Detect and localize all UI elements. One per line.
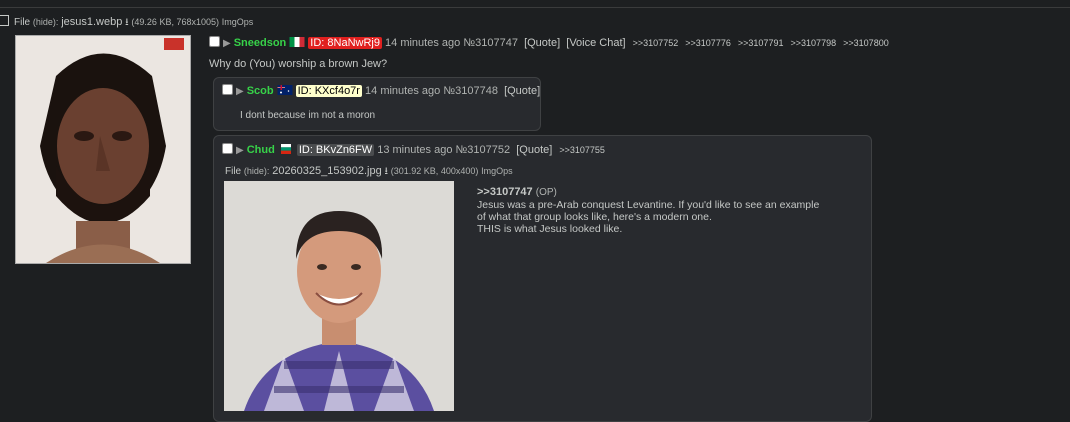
reply-file-info: (301.92 KB, 400x400) — [390, 166, 479, 176]
post-number-link[interactable]: №3107752 — [456, 144, 511, 156]
bulgaria-flag-icon — [280, 144, 291, 154]
backlink[interactable]: >>3107798 — [791, 38, 837, 48]
reply-post: ▶ Chud ID: BKvZn6FW 13 minutes ago №310775… — [213, 135, 872, 422]
backlink[interactable]: >>3107791 — [738, 38, 784, 48]
backlink[interactable]: >>3107752 — [633, 38, 679, 48]
poster-name: Chud — [246, 144, 275, 156]
comment-line: of what that group looks like, here's a … — [477, 211, 712, 223]
voice-chat-button[interactable]: [Voice Chat] — [566, 37, 625, 49]
download-icon[interactable]: ⭳ — [385, 166, 389, 177]
post-time: 14 minutes ago — [365, 85, 441, 97]
reply-file-header: File (hide): 20260325_153902.jpg ⭳ (301.… — [225, 165, 513, 177]
reply-comment: I dont because im not a moron — [240, 110, 376, 121]
australia-flag-icon — [277, 85, 293, 95]
quote-button[interactable]: [Quote] — [516, 144, 552, 156]
op-file-info: (49.26 KB, 768x1005) — [131, 17, 219, 27]
italy-flag-icon — [289, 37, 305, 47]
smiling-man-photo — [224, 181, 454, 411]
post-menu-triangle-icon[interactable]: ▶ — [223, 38, 231, 49]
file-label: File — [225, 166, 242, 177]
op-comment: Why do (You) worship a brown Jew? — [209, 58, 388, 70]
hide-link[interactable]: hide — [247, 166, 264, 176]
quote-button[interactable]: [Quote] — [524, 37, 560, 49]
post-time: 14 minutes ago — [385, 37, 461, 49]
op-marker: (OP) — [535, 187, 557, 198]
reply-post: ▶ Scob ID: KXcf4o7r 14 minutes ago №310774… — [213, 77, 541, 131]
post-number-link[interactable]: №3107748 — [443, 85, 498, 97]
poster-name: Scob — [246, 85, 274, 97]
post-time: 13 minutes ago — [377, 144, 453, 156]
op-filename-link[interactable]: jesus1.webp — [61, 16, 122, 28]
poster-id[interactable]: ID: 8NaNwRj9 — [308, 37, 382, 49]
poster-id[interactable]: ID: KXcf4o7r — [295, 85, 362, 97]
reply-image[interactable] — [224, 181, 454, 411]
op-post-header: ▶ Sneedson ID: 8NaNwRj9 14 minutes ago №31… — [209, 36, 889, 49]
face-portrait-image — [16, 36, 190, 263]
collapse-icon[interactable] — [0, 15, 9, 26]
top-divider — [0, 7, 1070, 8]
backlink[interactable]: >>3107800 — [843, 38, 889, 48]
post-checkbox[interactable] — [209, 36, 220, 47]
comment-line: Jesus was a pre-Arab conquest Levantine.… — [477, 199, 820, 211]
download-icon[interactable]: ⭳ — [125, 17, 129, 28]
quote-button[interactable]: [Quote] — [504, 85, 540, 97]
backlink[interactable]: >>3107776 — [685, 38, 731, 48]
poster-id[interactable]: ID: BKvZn6FW — [296, 144, 375, 156]
op-image[interactable] — [15, 35, 191, 264]
comment-line: THIS is what Jesus looked like. — [477, 223, 623, 235]
post-menu-triangle-icon[interactable]: ▶ — [236, 86, 244, 97]
reply-comment: Jesus was a pre-Arab conquest Levantine.… — [477, 199, 819, 235]
reply-header: ▶ Scob ID: KXcf4o7r 14 minutes ago №310774… — [222, 84, 540, 97]
imgops-link[interactable]: ImgOps — [481, 166, 513, 176]
op-quote-link[interactable]: >>3107747 — [477, 186, 533, 198]
post-menu-triangle-icon[interactable]: ▶ — [236, 145, 244, 156]
post-number-link[interactable]: №3107747 — [463, 37, 518, 49]
reply-quote-line: >>3107747 (OP) — [477, 186, 557, 198]
backlink[interactable]: >>3107755 — [559, 145, 605, 155]
post-checkbox[interactable] — [222, 143, 233, 154]
reply-header: ▶ Chud ID: BKvZn6FW 13 minutes ago №310775… — [222, 143, 605, 156]
hide-link[interactable]: hide — [36, 17, 53, 27]
post-checkbox[interactable] — [222, 84, 233, 95]
reply-filename-link[interactable]: 20260325_153902.jpg — [272, 165, 382, 177]
poster-name: Sneedson — [233, 37, 287, 49]
file-label: File — [14, 17, 31, 28]
imgops-link[interactable]: ImgOps — [222, 17, 254, 27]
op-file-header: File (hide): jesus1.webp ⭳ (49.26 KB, 76… — [0, 14, 253, 32]
